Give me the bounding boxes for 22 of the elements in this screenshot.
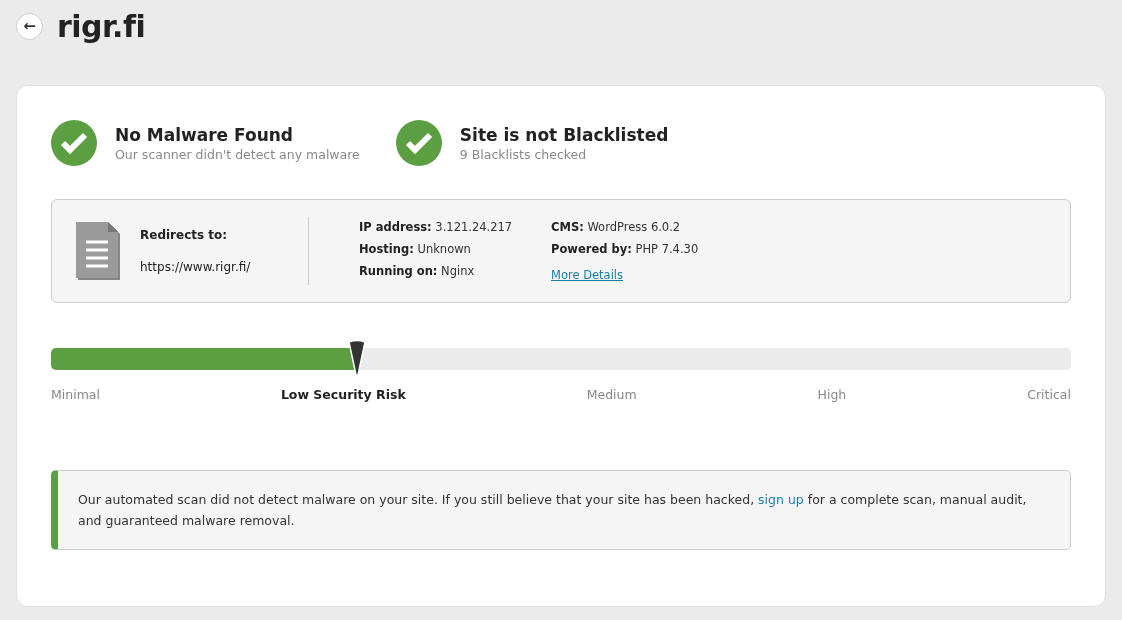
redirect-label: Redirects to: <box>140 227 229 242</box>
info-field: CMS: WordPress 6.0.2 <box>551 219 713 234</box>
page-title: rigr.fi <box>57 9 146 44</box>
info-field: Hosting: Unknown <box>359 241 521 256</box>
risk-level-label: Minimal <box>51 387 100 402</box>
document-icon <box>76 220 122 282</box>
status-title: Site is not Blacklisted <box>459 124 669 145</box>
info-field: Powered by: PHP 7.4.30 <box>551 241 713 256</box>
risk-level-label: Low Security Risk <box>280 387 406 402</box>
status-title: No Malware Found <box>115 124 295 145</box>
status-subtitle: 9 Blacklists checked <box>459 146 588 162</box>
status-subtitle: Our scanner didn't detect any malware <box>115 146 360 162</box>
sign-up-link[interactable]: sign up <box>758 492 804 507</box>
info-field: IP address: 3.121.24.217 <box>359 219 521 234</box>
back-button[interactable]: ← <box>16 13 43 40</box>
more-details-link[interactable]: More Details <box>551 267 624 282</box>
risk-level-label: High <box>817 387 847 402</box>
scan-result-message: Our automated scan did not detect malware on your site. If you still believe that your site has been hacked, sign up for a complete scan, manual audit, and guaranteed malware removal. <box>51 470 1071 550</box>
risk-level-label: Medium <box>586 387 637 402</box>
risk-level-label: Critical <box>1027 387 1071 402</box>
redirect-url: https://www.rigr.fi/ <box>140 259 251 274</box>
info-field: Running on: Nginx <box>359 263 521 278</box>
